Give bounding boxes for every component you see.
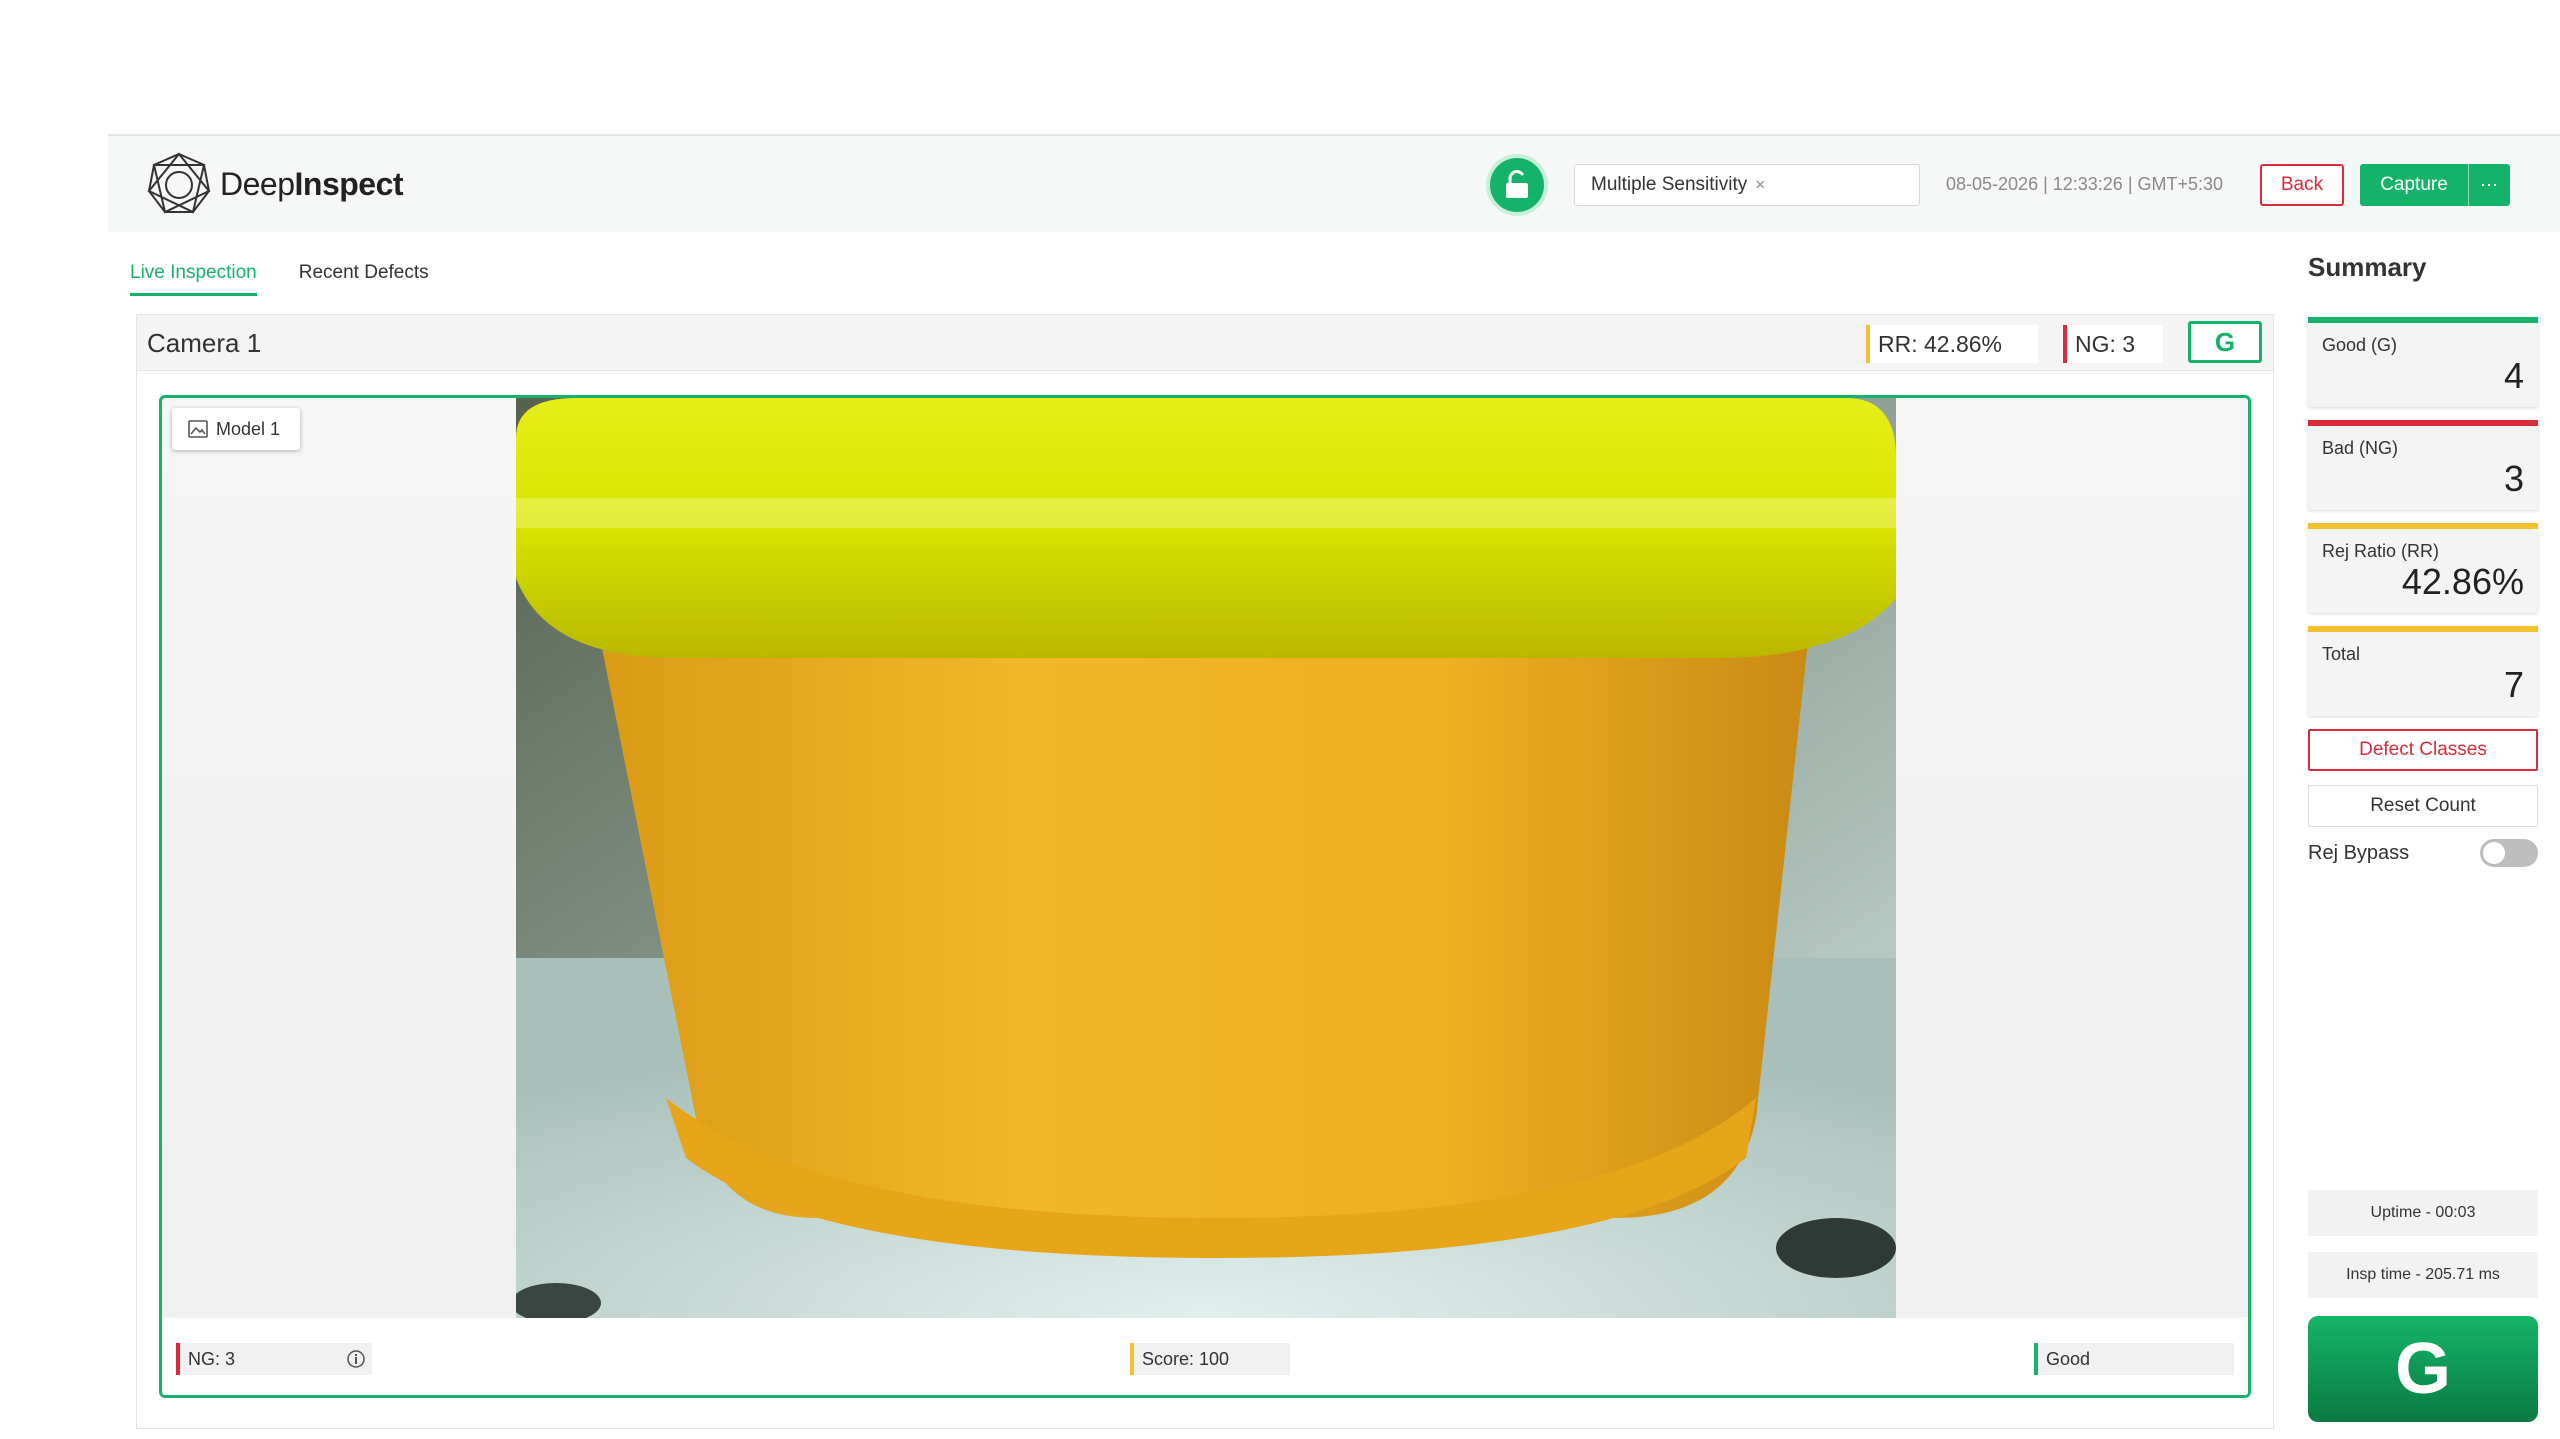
insp-time-display: Insp time - 205.71 ms	[2308, 1252, 2538, 1298]
rej-bypass-row: Rej Bypass	[2308, 839, 2538, 867]
tab-live-inspection[interactable]: Live Inspection	[130, 262, 257, 296]
deepinspect-logo-icon	[147, 152, 211, 214]
bottom-ng-label: NG: 3	[188, 1348, 236, 1369]
good-count-card: Good (G) 4	[2308, 317, 2538, 407]
camera-title: Camera 1	[147, 328, 262, 358]
sensitivity-select[interactable]: Multiple Sensitivity ×	[1574, 164, 1920, 206]
rej-ratio-card: Rej Ratio (RR) 42.86%	[2308, 523, 2538, 613]
more-options-icon[interactable]: ⋯	[2468, 164, 2510, 206]
total-count-value: 7	[2503, 664, 2524, 705]
rej-bypass-label: Rej Bypass	[2308, 841, 2410, 864]
datetime: 08-05-2026 | 12:33:26 | GMT+5:30	[1946, 174, 2224, 194]
tab-bar: Live Inspection Recent Defects	[130, 262, 429, 296]
rej-ratio-value: 42.86%	[2401, 561, 2524, 602]
bad-count-title: Bad (NG)	[2322, 438, 2399, 458]
capture-button[interactable]: Capture ⋯	[2360, 164, 2510, 206]
bottom-score: Score: 100	[1130, 1343, 1290, 1375]
summary-panel: Summary Good (G) 4 Bad (NG) 3 Rej Ratio …	[2308, 252, 2538, 867]
model-label[interactable]: Model 1	[172, 408, 300, 450]
tab-recent-defects[interactable]: Recent Defects	[299, 262, 429, 296]
info-icon[interactable]	[346, 1349, 366, 1369]
total-count-title: Total	[2322, 644, 2361, 664]
camera-panel: Camera 1 RR: 42.86% NG: 3 G Model 1 NG: …	[136, 314, 2274, 1429]
logo-text: DeepInspect	[220, 165, 404, 202]
lock-button[interactable]	[1486, 154, 1548, 216]
unlock-icon	[1506, 170, 1528, 198]
bad-count-card: Bad (NG) 3	[2308, 420, 2538, 510]
bad-count-value: 3	[2503, 458, 2524, 499]
summary-title: Summary	[2308, 252, 2427, 282]
rej-bypass-toggle[interactable]	[2480, 839, 2538, 867]
defect-classes-button[interactable]: Defect Classes	[2308, 729, 2538, 771]
back-button[interactable]: Back	[2260, 164, 2344, 206]
uptime-display: Uptime - 00:03	[2308, 1190, 2538, 1236]
image-icon	[188, 420, 208, 438]
remove-tag-icon[interactable]: ×	[1755, 175, 1765, 195]
camera-header: Camera 1 RR: 42.86% NG: 3 G	[137, 315, 2273, 371]
total-count-card: Total 7	[2308, 626, 2538, 716]
capture-label: Capture	[2380, 174, 2448, 195]
good-count-value: 4	[2503, 355, 2524, 396]
camera-image	[516, 398, 1896, 1318]
big-status-indicator: G	[2308, 1316, 2538, 1422]
bottom-result: Good	[2034, 1343, 2234, 1375]
logo: DeepInspect	[146, 152, 404, 216]
camera-status-bar: NG: 3 Score: 100 Good	[162, 1318, 2248, 1395]
model-name: Model 1	[216, 418, 281, 439]
camera-feed-frame: Model 1 NG: 3 Score: 100 Good	[159, 395, 2251, 1398]
app-window: DeepInspect Multiple Sensitivity × 08-05…	[108, 134, 2560, 1439]
ng-indicator: NG: 3	[2063, 325, 2163, 363]
good-count-title: Good (G)	[2322, 335, 2398, 355]
status-badge: G	[2188, 321, 2262, 363]
reset-count-button[interactable]: Reset Count	[2308, 785, 2538, 827]
sensitivity-tag: Multiple Sensitivity	[1591, 174, 1748, 195]
top-bar: DeepInspect Multiple Sensitivity × 08-05…	[108, 136, 2560, 232]
rr-indicator: RR: 42.86%	[1866, 325, 2038, 363]
bottom-ng: NG: 3	[176, 1343, 372, 1375]
rej-ratio-title: Rej Ratio (RR)	[2322, 541, 2440, 561]
